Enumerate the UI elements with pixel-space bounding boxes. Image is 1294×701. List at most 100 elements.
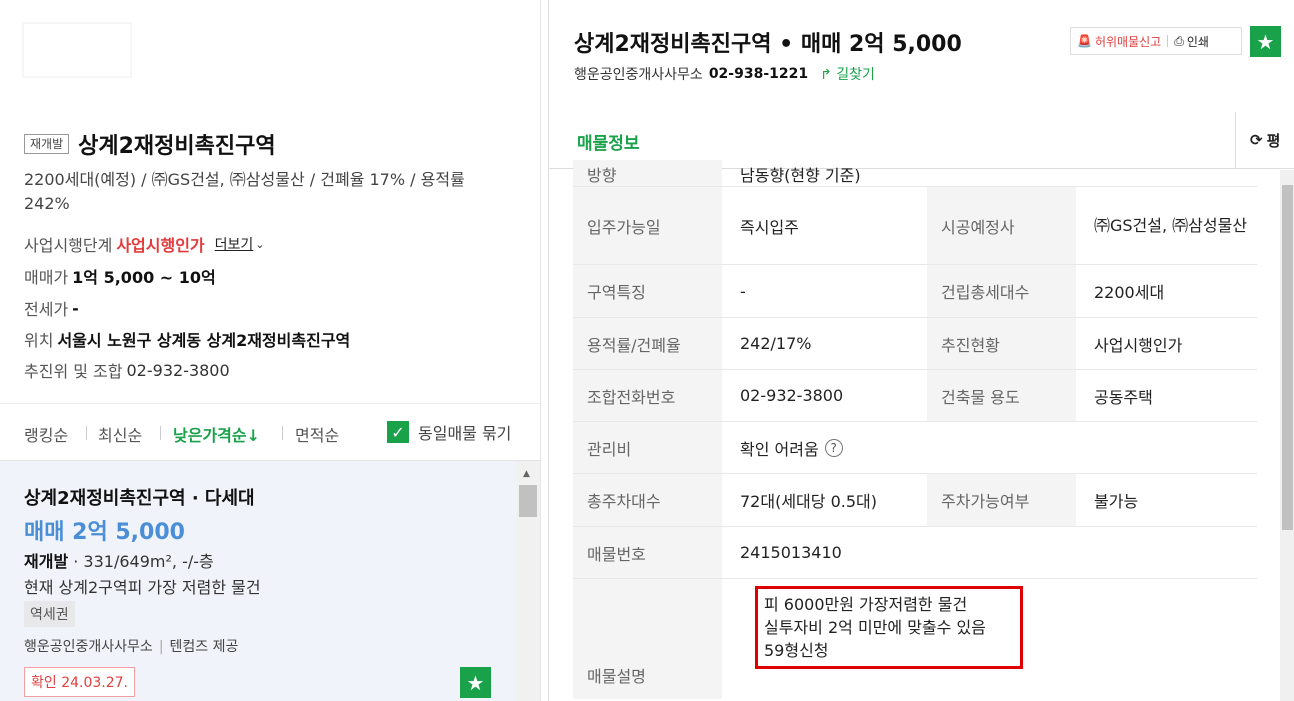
stage-label: 사업시행단계 bbox=[24, 236, 113, 255]
print-icon: ⎙ bbox=[1174, 33, 1184, 48]
jeonse-label: 전세가 bbox=[24, 300, 69, 319]
table-row: 용적률/건폐율 242/17% 추진현황 사업시행인가 bbox=[573, 318, 1257, 370]
table-row: 총주차대수 72대(세대당 0.5대) 주차가능여부 불가능 bbox=[573, 474, 1257, 527]
agent-separator: | bbox=[158, 639, 164, 655]
progress-value: 사업시행인가 bbox=[1094, 335, 1183, 355]
table-row: 방향 남동향(현향 기준) bbox=[573, 160, 1257, 187]
parking-ok-value: 불가능 bbox=[1094, 492, 1139, 511]
union-phone: 02-932-3800 bbox=[126, 360, 230, 380]
refresh-icon: ⟳ bbox=[1250, 131, 1263, 149]
usage-label: 건축물 용도 bbox=[927, 370, 1076, 421]
progress-label: 추진현황 bbox=[927, 318, 1076, 369]
sort-divider bbox=[282, 426, 283, 440]
parking-ok-label: 주차가능여부 bbox=[927, 474, 1076, 526]
table-row: 입주가능일 즉시입주 시공예정사 ㈜GS건설, ㈜삼성물산 bbox=[573, 187, 1257, 265]
print-button[interactable]: ⎙ 인쇄 bbox=[1168, 33, 1215, 50]
direction-value: 남동향(현향 기준) bbox=[740, 166, 861, 185]
detail-scrollbar[interactable] bbox=[1280, 170, 1294, 701]
group-label: 동일매물 묶기 bbox=[418, 424, 512, 443]
fee-cell: 확인 어려움 ? bbox=[722, 422, 1257, 473]
sort-lowest-price[interactable]: 낮은가격순↓ bbox=[173, 422, 260, 446]
scroll-thumb[interactable] bbox=[1282, 185, 1293, 530]
sale-row: 매매가 1억 5,000 ~ 10억 bbox=[24, 264, 216, 288]
checkbox-checked-icon[interactable]: ✓ bbox=[387, 421, 409, 443]
tab-listing-info[interactable]: 매물정보 bbox=[577, 129, 640, 154]
sort-ranking[interactable]: 랭킹순 bbox=[24, 422, 68, 446]
report-label: 허위매물신고 bbox=[1094, 34, 1162, 49]
listing-tag: 역세권 bbox=[24, 601, 75, 627]
move-in-label: 입주가능일 bbox=[573, 187, 722, 264]
report-button[interactable]: 🚨 허위매물신고 bbox=[1071, 33, 1167, 50]
agent-name: 행운공인중개사사무소 bbox=[24, 639, 153, 655]
parking-label: 총주차대수 bbox=[573, 474, 722, 526]
complex-title: 상계2재정비촉진구역 bbox=[78, 134, 276, 159]
faded-thumbnail bbox=[22, 22, 132, 78]
description-label: 매물설명 bbox=[573, 579, 722, 699]
listing-no-value: 2415013410 bbox=[740, 543, 842, 562]
table-row: 관리비 확인 어려움 ? bbox=[573, 422, 1257, 474]
fee-value: 확인 어려움 bbox=[740, 439, 819, 459]
scroll-thumb[interactable] bbox=[519, 485, 537, 517]
stage-row: 사업시행단계 사업시행인가 더보기 ⌄ bbox=[24, 232, 265, 256]
detail-actions: 🚨 허위매물신고 ⎙ 인쇄 bbox=[1070, 27, 1242, 55]
favorite-star-icon[interactable]: ★ bbox=[1250, 26, 1281, 57]
location-label: 위치 bbox=[24, 331, 54, 350]
directions-link[interactable]: ↱ 길찾기 bbox=[820, 64, 875, 84]
detail-panel: 상계2재정비촉진구역 • 매매 2억 5,000 행운공인중개사사무소 02-9… bbox=[548, 0, 1294, 701]
redevelopment-badge: 재개발 bbox=[24, 134, 70, 154]
location-value: 서울시 노원구 상계동 상계2재정비촉진구역 bbox=[57, 331, 351, 350]
listing-price: 매매 2억 5,000 bbox=[24, 520, 185, 545]
table-row: 매물번호 2415013410 bbox=[573, 527, 1257, 579]
listing-title: 상계2재정비촉진구역 · 다세대 bbox=[24, 488, 255, 509]
jeonse-value: - bbox=[72, 298, 79, 318]
complex-panel: 재개발 상계2재정비촉진구역 2200세대(예정) / ㈜GS건설, ㈜삼성물산… bbox=[0, 0, 541, 701]
app-root: 재개발 상계2재정비촉진구역 2200세대(예정) / ㈜GS건설, ㈜삼성물산… bbox=[0, 0, 1294, 701]
info-table: 방향 남동향(현향 기준) 입주가능일 즉시입주 시공예정사 ㈜GS건설, ㈜삼… bbox=[573, 160, 1257, 699]
table-row: 조합전화번호 02-932-3800 건축물 용도 공동주택 bbox=[573, 370, 1257, 422]
sort-bar: 랭킹순 최신순 낮은가격순↓ 면적순 ✓ 동일매물 묶기 bbox=[0, 403, 540, 461]
ratio-value: 242/17% bbox=[740, 334, 812, 353]
list-scrollbar[interactable]: ▲ bbox=[516, 461, 540, 701]
listing-spec-rest: · 331/649m², -/-층 bbox=[68, 552, 214, 571]
description-line: 59형신청 bbox=[764, 641, 829, 660]
star-icon[interactable]: ★ bbox=[460, 667, 491, 698]
listing-type: 재개발 bbox=[24, 552, 69, 571]
print-label: 인쇄 bbox=[1186, 34, 1209, 49]
table-row: 매물설명 피 6000만원 가장저렴한 물건 실투자비 2억 미만에 맞출수 있… bbox=[573, 579, 1257, 699]
zone-value: - bbox=[740, 281, 746, 301]
detail-agent-row: 행운공인중개사사무소 02-938-1221 ↱ 길찾기 bbox=[574, 64, 875, 84]
union-row: 추진위 및 조합 02-932-3800 bbox=[24, 358, 230, 382]
builder-label: 시공예정사 bbox=[927, 187, 1076, 264]
union-label: 추진위 및 조합 bbox=[24, 362, 123, 381]
households-label: 건립총세대수 bbox=[927, 265, 1076, 317]
move-in-value: 즉시입주 bbox=[740, 217, 799, 237]
union-phone-value: 02-932-3800 bbox=[740, 386, 844, 405]
scroll-up-icon[interactable]: ▲ bbox=[523, 469, 530, 479]
help-icon[interactable]: ? bbox=[824, 438, 843, 457]
description-line: 실투자비 2억 미만에 맞출수 있음 bbox=[764, 618, 986, 637]
parking-value: 72대(세대당 0.5대) bbox=[740, 492, 877, 511]
sort-divider bbox=[160, 426, 161, 440]
usage-value: 공동주택 bbox=[1094, 387, 1153, 407]
detail-agent: 행운공인중개사사무소 bbox=[574, 67, 703, 83]
listing-no-label: 매물번호 bbox=[573, 527, 722, 578]
sale-label: 매매가 bbox=[24, 268, 69, 287]
listing-agent: 행운공인중개사사무소 | 텐컴즈 제공 bbox=[24, 636, 238, 656]
union-phone-label: 조합전화번호 bbox=[573, 370, 722, 421]
direction-label: 방향 bbox=[573, 160, 722, 186]
sort-divider bbox=[86, 426, 87, 440]
group-same-listings[interactable]: ✓ 동일매물 묶기 bbox=[387, 420, 511, 444]
table-row: 구역특징 - 건립총세대수 2200세대 bbox=[573, 265, 1257, 318]
listing-spec: 재개발 · 331/649m², -/-층 bbox=[24, 548, 214, 572]
siren-icon: 🚨 bbox=[1077, 34, 1092, 48]
sort-newest[interactable]: 최신순 bbox=[98, 422, 142, 446]
more-link[interactable]: 더보기 bbox=[215, 234, 254, 254]
directions-label: 길찾기 bbox=[836, 67, 875, 83]
listing-card[interactable]: 상계2재정비촉진구역 · 다세대 매매 2억 5,000 재개발 · 331/6… bbox=[0, 461, 516, 701]
complex-summary: 2200세대(예정) / ㈜GS건설, ㈜삼성물산 / 건폐율 17% / 용적… bbox=[24, 170, 465, 213]
route-icon: ↱ bbox=[820, 67, 837, 83]
chevron-down-icon[interactable]: ⌄ bbox=[255, 238, 264, 251]
stage-value: 사업시행인가 bbox=[116, 236, 205, 255]
ratio-label: 용적률/건폐율 bbox=[573, 318, 722, 369]
sort-area[interactable]: 면적순 bbox=[295, 422, 339, 446]
